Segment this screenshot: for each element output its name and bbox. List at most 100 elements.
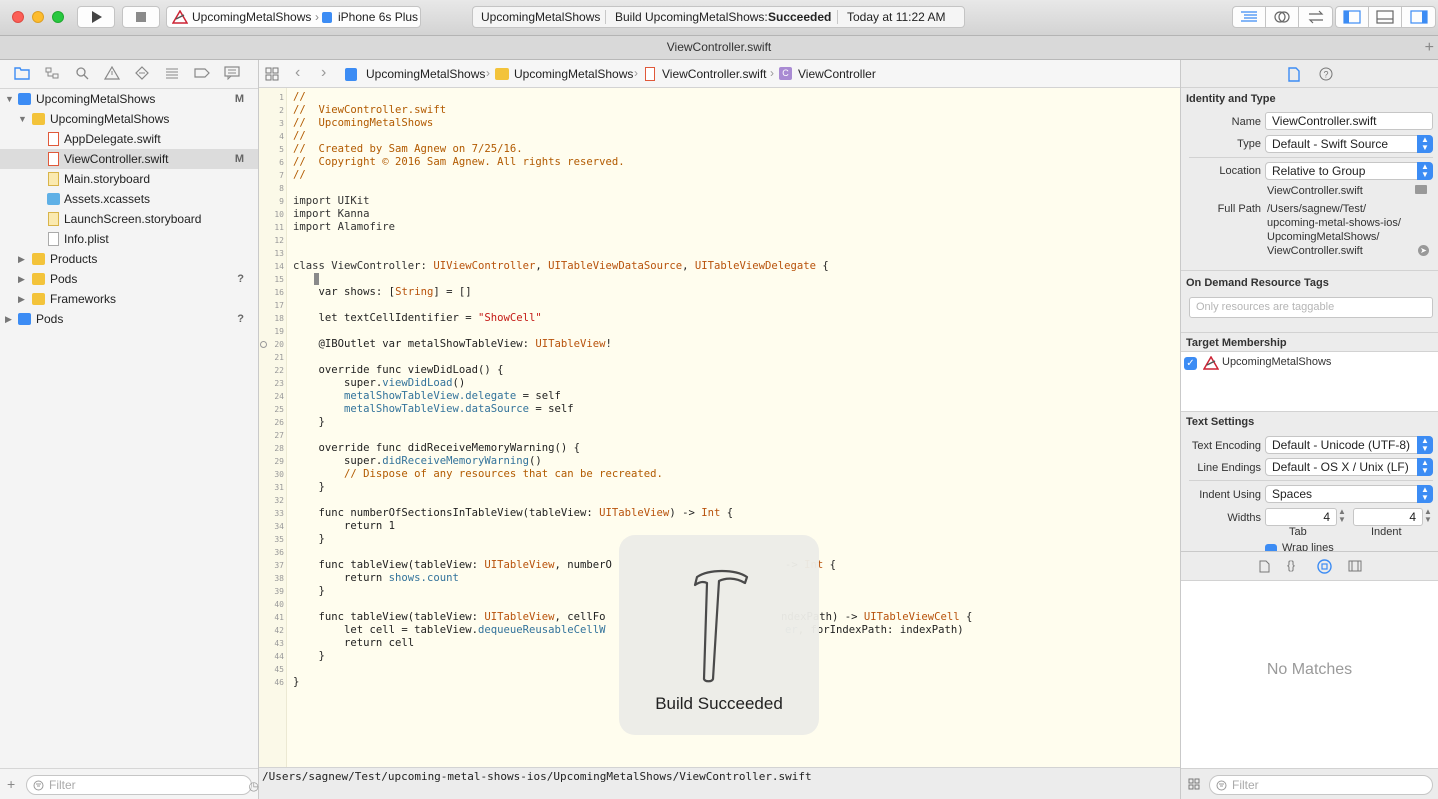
code-line[interactable]: return 1 <box>293 520 395 532</box>
target-checkbox[interactable]: ✓ <box>1184 357 1197 370</box>
library-filter-input[interactable]: Filter <box>1209 775 1433 795</box>
report-bubble-icon[interactable] <box>220 65 244 83</box>
line-number[interactable]: 6 <box>259 158 284 167</box>
list-item[interactable]: Main.storyboard <box>0 169 258 189</box>
forward-arrow-icon[interactable]: › <box>321 64 326 82</box>
type-popup[interactable]: Default - Swift Source ▲ ▼ <box>1265 135 1433 153</box>
code-line[interactable]: func tableView(tableView: UITableView, c… <box>293 611 606 623</box>
version-editor-button[interactable] <box>1299 7 1332 27</box>
line-number[interactable]: 10 <box>259 210 284 219</box>
line-number[interactable]: 40 <box>259 600 284 609</box>
line-number[interactable]: 1 <box>259 93 284 102</box>
media-library-icon[interactable] <box>1348 560 1362 572</box>
code-line[interactable]: let cell = tableView.dequeueReusableCell… <box>293 624 606 636</box>
line-number[interactable]: 8 <box>259 184 284 193</box>
code-line[interactable]: // <box>293 169 306 181</box>
back-arrow-icon[interactable]: ‹ <box>295 64 300 82</box>
line-number[interactable]: 42 <box>259 626 284 635</box>
related-items-icon[interactable] <box>265 67 279 84</box>
breadcrumb-group[interactable]: UpcomingMetalShows <box>514 67 633 81</box>
line-number[interactable]: 44 <box>259 652 284 661</box>
disclosure-closed-icon[interactable]: ▶ <box>5 309 15 329</box>
scheme-selector[interactable]: UpcomingMetalShows › iPhone 6s Plus <box>166 6 421 28</box>
editor-mode-control[interactable] <box>1232 6 1333 28</box>
indent-using-popup[interactable]: Spaces ▲ ▼ <box>1265 485 1433 503</box>
view-toggle-control[interactable] <box>1335 6 1436 28</box>
line-number[interactable]: 3 <box>259 119 284 128</box>
line-number[interactable]: 21 <box>259 353 284 362</box>
code-line[interactable]: } <box>293 481 325 493</box>
line-number[interactable]: 19 <box>259 327 284 336</box>
disclosure-open-icon[interactable]: ▼ <box>5 89 15 109</box>
list-item[interactable]: ▶ Pods ? <box>0 269 258 289</box>
file-inspector-icon[interactable] <box>1288 67 1300 82</box>
line-number[interactable]: 32 <box>259 496 284 505</box>
line-number-gutter[interactable]: 1 2 3 4 5 6 7 8 9 10 11 12 13 14 15 16 17 18 19 20 21 22 23 24 2… <box>259 88 287 767</box>
code-line[interactable]: class ViewController: UIViewController, … <box>293 260 829 272</box>
list-item[interactable]: ▼ UpcomingMetalShows <box>0 109 258 129</box>
tab-width-field[interactable]: 4 <box>1265 508 1337 526</box>
line-number[interactable]: 35 <box>259 535 284 544</box>
breadcrumb-project[interactable]: UpcomingMetalShows <box>366 67 485 81</box>
code-line[interactable]: import Alamofire <box>293 221 395 233</box>
code-line[interactable]: @IBOutlet var metalShowTableView: UITabl… <box>293 338 612 350</box>
list-item[interactable]: LaunchScreen.storyboard <box>0 209 258 229</box>
code-line[interactable]: let textCellIdentifier = "ShowCell" <box>293 312 542 324</box>
line-number[interactable]: 31 <box>259 483 284 492</box>
disclosure-open-icon[interactable]: ▼ <box>18 109 28 129</box>
indent-width-field[interactable]: 4 <box>1353 508 1423 526</box>
quick-help-icon[interactable]: ? <box>1319 67 1333 81</box>
line-number[interactable]: 5 <box>259 145 284 154</box>
disclosure-closed-icon[interactable]: ▶ <box>18 289 28 309</box>
line-number[interactable]: 45 <box>259 665 284 674</box>
standard-editor-button[interactable] <box>1233 7 1266 27</box>
location-popup[interactable]: Relative to Group ▲ ▼ <box>1265 162 1433 180</box>
odr-tags-field[interactable]: Only resources are taggable <box>1189 297 1433 318</box>
line-number[interactable]: 26 <box>259 418 284 427</box>
line-number[interactable]: 12 <box>259 236 284 245</box>
wrap-lines-checkbox[interactable] <box>1265 544 1277 551</box>
line-number[interactable]: 16 <box>259 288 284 297</box>
line-number[interactable]: 2 <box>259 106 284 115</box>
line-number[interactable]: 28 <box>259 444 284 453</box>
line-number[interactable]: 23 <box>259 379 284 388</box>
line-number[interactable]: 37 <box>259 561 284 570</box>
test-diamond-icon[interactable] <box>130 65 154 83</box>
line-number[interactable]: 7 <box>259 171 284 180</box>
code-line[interactable]: // Copyright © 2016 Sam Agnew. All right… <box>293 156 625 168</box>
code-line[interactable]: var shows: [String] = [] <box>293 286 472 298</box>
line-number[interactable]: 41 <box>259 613 284 622</box>
line-number[interactable]: 15 <box>259 275 284 284</box>
object-library-icon[interactable] <box>1317 559 1332 574</box>
line-number[interactable]: 11 <box>259 223 284 232</box>
toggle-debug-area-button[interactable] <box>1369 7 1402 27</box>
line-number[interactable]: 36 <box>259 548 284 557</box>
list-item[interactable]: ▶ Products <box>0 249 258 269</box>
stop-button[interactable] <box>122 6 160 28</box>
list-item[interactable]: ViewController.swift M <box>0 149 258 169</box>
navigator-filter-input[interactable]: Filter ◷ × <box>26 775 275 795</box>
list-item[interactable]: Info.plist <box>0 229 258 249</box>
reveal-arrow-icon[interactable]: ➤ <box>1418 245 1429 256</box>
list-item[interactable]: ▶ Frameworks <box>0 289 258 309</box>
line-number[interactable]: 43 <box>259 639 284 648</box>
code-line[interactable]: // UpcomingMetalShows <box>293 117 433 129</box>
code-line[interactable]: super.viewDidLoad() <box>293 377 465 389</box>
grid-view-icon[interactable] <box>1188 778 1200 790</box>
code-line[interactable]: } <box>293 676 299 688</box>
toggle-navigator-button[interactable] <box>1336 7 1369 27</box>
line-number[interactable]: 34 <box>259 522 284 531</box>
code-line[interactable]: } <box>293 533 325 545</box>
code-line[interactable]: // Dispose of any resources that can be … <box>293 468 663 480</box>
code-line[interactable]: return cell <box>293 637 414 649</box>
line-number[interactable]: 29 <box>259 457 284 466</box>
encoding-popup[interactable]: Default - Unicode (UTF-8) ▲ ▼ <box>1265 436 1433 454</box>
list-item[interactable]: AppDelegate.swift <box>0 129 258 149</box>
code-line[interactable]: return shows.count <box>293 572 459 584</box>
list-item[interactable]: Assets.xcassets <box>0 189 258 209</box>
code-line[interactable]: override func didReceiveMemoryWarning() … <box>293 442 581 454</box>
code-line[interactable]: // <box>293 91 306 103</box>
line-number[interactable]: 27 <box>259 431 284 440</box>
code-line[interactable]: func tableView(tableView: UITableView, n… <box>293 559 612 571</box>
line-number[interactable]: 22 <box>259 366 284 375</box>
